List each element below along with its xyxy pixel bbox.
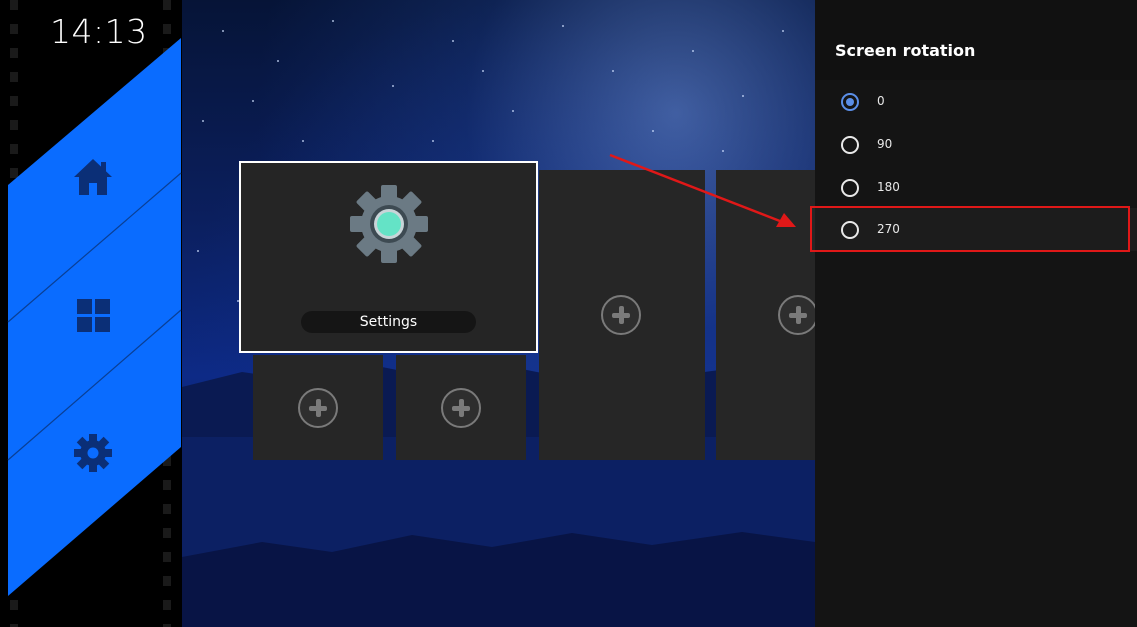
option-label: 90 (877, 137, 893, 151)
screen-rotation-panel: Screen rotation 0 90 180 270 (815, 0, 1137, 627)
add-icon (778, 295, 815, 335)
rotation-option-0[interactable]: 0 (815, 80, 1137, 123)
radio-checked[interactable] (841, 93, 859, 111)
status-clock: 14:13 (50, 12, 148, 51)
option-label: 0 (877, 94, 885, 108)
radio-unchecked[interactable] (841, 136, 859, 154)
add-icon (298, 388, 338, 428)
empty-tile[interactable] (396, 355, 526, 460)
add-icon (441, 388, 481, 428)
radio-unchecked[interactable] (841, 179, 859, 197)
panel-title: Screen rotation (835, 41, 976, 60)
empty-tile[interactable] (253, 355, 383, 460)
rotation-option-180[interactable]: 180 (815, 166, 1137, 209)
apps-grid-icon[interactable] (77, 299, 110, 332)
settings-app-tile[interactable]: Settings (239, 161, 538, 353)
gear-icon[interactable] (73, 433, 113, 473)
annotation-highlight-box (810, 206, 1130, 252)
add-icon (601, 295, 641, 335)
settings-tile-label: Settings (301, 311, 476, 333)
rotation-option-90[interactable]: 90 (815, 123, 1137, 166)
annotation-arrow (609, 153, 796, 227)
option-label: 180 (877, 180, 900, 194)
panel-header: Screen rotation (815, 0, 1137, 80)
home-icon[interactable] (72, 157, 114, 197)
settings-gear-icon (350, 185, 428, 263)
